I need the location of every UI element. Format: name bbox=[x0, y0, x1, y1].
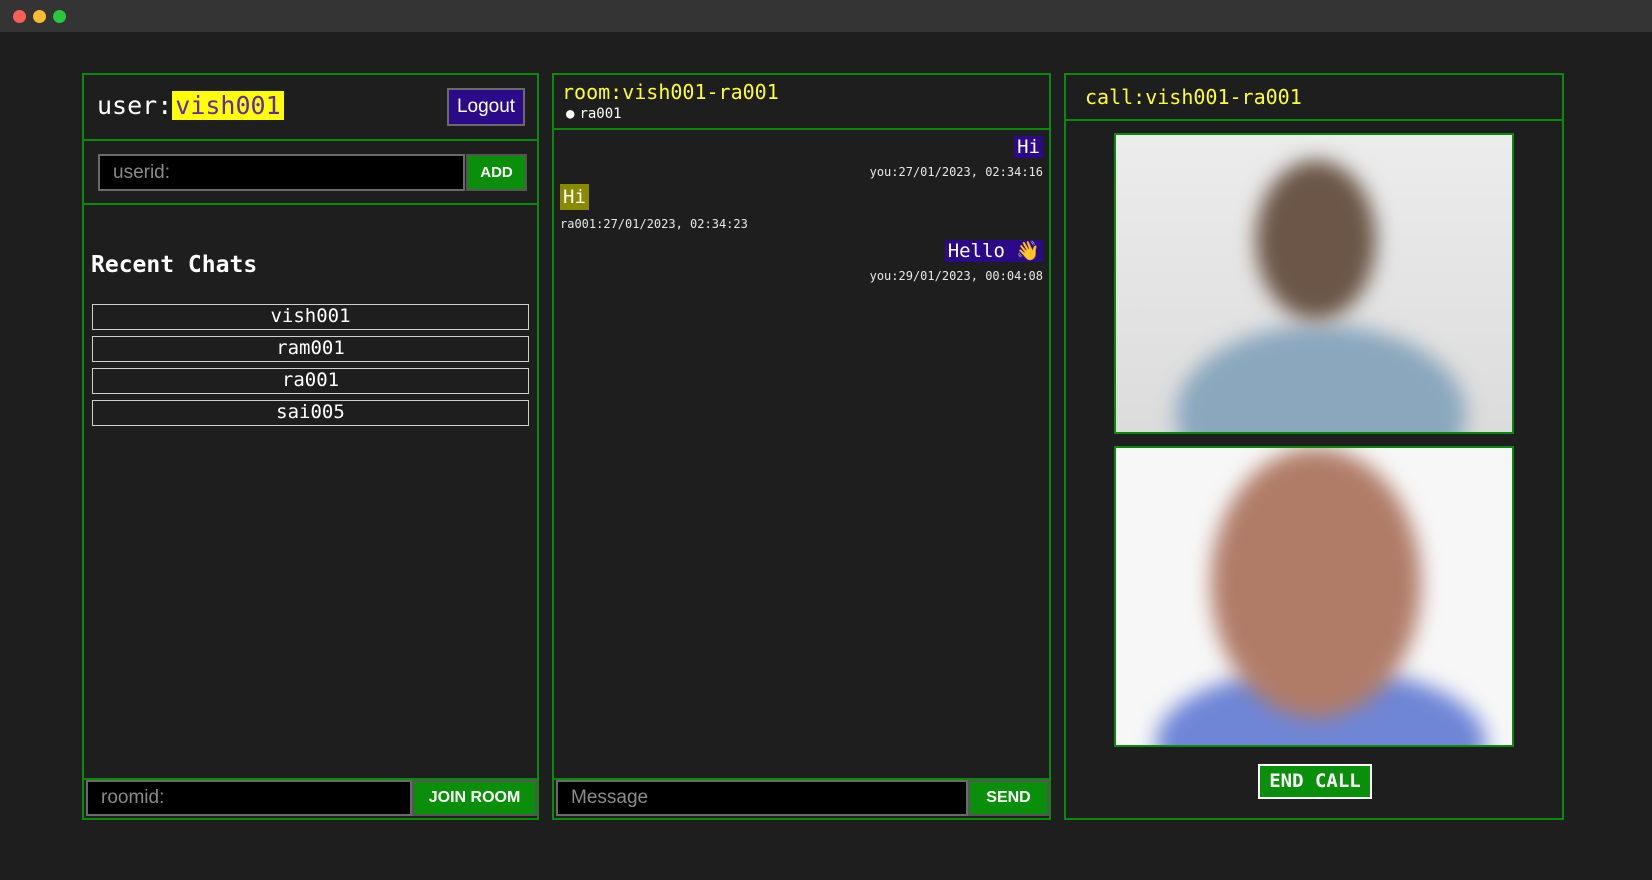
online-dot-icon: ● bbox=[566, 106, 575, 122]
remote-video bbox=[1114, 133, 1514, 434]
maximize-window-icon[interactable] bbox=[53, 10, 66, 23]
message-list: Hi you:27/01/2023, 02:34:16 Hi ra001:27/… bbox=[554, 132, 1049, 772]
message-item: Hi bbox=[1014, 136, 1043, 158]
message-item: Hi bbox=[560, 184, 589, 210]
room-title: room:vish001-ra001 bbox=[562, 80, 779, 104]
close-window-icon[interactable] bbox=[13, 10, 26, 23]
join-room-row: JOIN ROOM bbox=[84, 778, 537, 818]
recent-chat-item[interactable]: ra001 bbox=[92, 368, 529, 394]
window-titlebar bbox=[0, 0, 1652, 32]
recent-chats-list: vish001 ram001 ra001 sai005 bbox=[92, 304, 529, 432]
join-room-button[interactable]: JOIN ROOM bbox=[412, 780, 537, 816]
send-button[interactable]: SEND bbox=[968, 780, 1049, 816]
message-meta: you:29/01/2023, 00:04:08 bbox=[869, 269, 1043, 283]
minimize-window-icon[interactable] bbox=[33, 10, 46, 23]
current-user: user: vish001 bbox=[97, 91, 284, 120]
call-title: call:vish001-ra001 bbox=[1085, 85, 1302, 109]
local-video-face bbox=[1211, 448, 1421, 718]
add-user-row: ADD bbox=[84, 141, 537, 205]
end-call-button[interactable]: END CALL bbox=[1258, 764, 1372, 799]
message-bubble: Hi bbox=[560, 184, 589, 210]
remote-video-shirt bbox=[1176, 325, 1466, 432]
recent-chat-item[interactable]: ram001 bbox=[92, 336, 529, 362]
message-item: Hello 👋 bbox=[944, 239, 1043, 262]
room-member: ● ra001 bbox=[566, 106, 622, 122]
message-input[interactable] bbox=[556, 780, 968, 816]
user-label-prefix: user: bbox=[97, 91, 173, 120]
recent-chats-title: Recent Chats bbox=[91, 252, 258, 278]
local-video bbox=[1114, 446, 1514, 747]
message-bubble: Hello 👋 bbox=[944, 240, 1043, 262]
call-panel: call:vish001-ra001 END CALL bbox=[1064, 73, 1564, 820]
sidebar-panel: user:vish001 Logout ADD Recent Chats vis… bbox=[82, 73, 539, 820]
room-header: room:vish001-ra001 ● ra001 bbox=[554, 75, 1049, 130]
add-user-button[interactable]: ADD bbox=[466, 154, 527, 191]
room-member-name: ra001 bbox=[579, 106, 622, 122]
roomid-input[interactable] bbox=[86, 780, 412, 816]
user-name: vish001 bbox=[172, 91, 284, 120]
user-header: user: vish001 Logout bbox=[84, 75, 537, 141]
send-message-row: SEND bbox=[554, 778, 1049, 818]
call-header: call:vish001-ra001 bbox=[1066, 75, 1562, 121]
remote-video-face bbox=[1256, 160, 1376, 320]
recent-chat-item[interactable]: vish001 bbox=[92, 304, 529, 330]
recent-chat-item[interactable]: sai005 bbox=[92, 400, 529, 426]
message-meta: you:27/01/2023, 02:34:16 bbox=[869, 165, 1043, 179]
userid-input[interactable] bbox=[98, 154, 465, 191]
message-bubble: Hi bbox=[1014, 136, 1043, 158]
logout-button[interactable]: Logout bbox=[447, 88, 525, 126]
message-meta: ra001:27/01/2023, 02:34:23 bbox=[560, 217, 748, 231]
chat-panel: room:vish001-ra001 ● ra001 Hi you:27/01/2… bbox=[552, 73, 1051, 820]
